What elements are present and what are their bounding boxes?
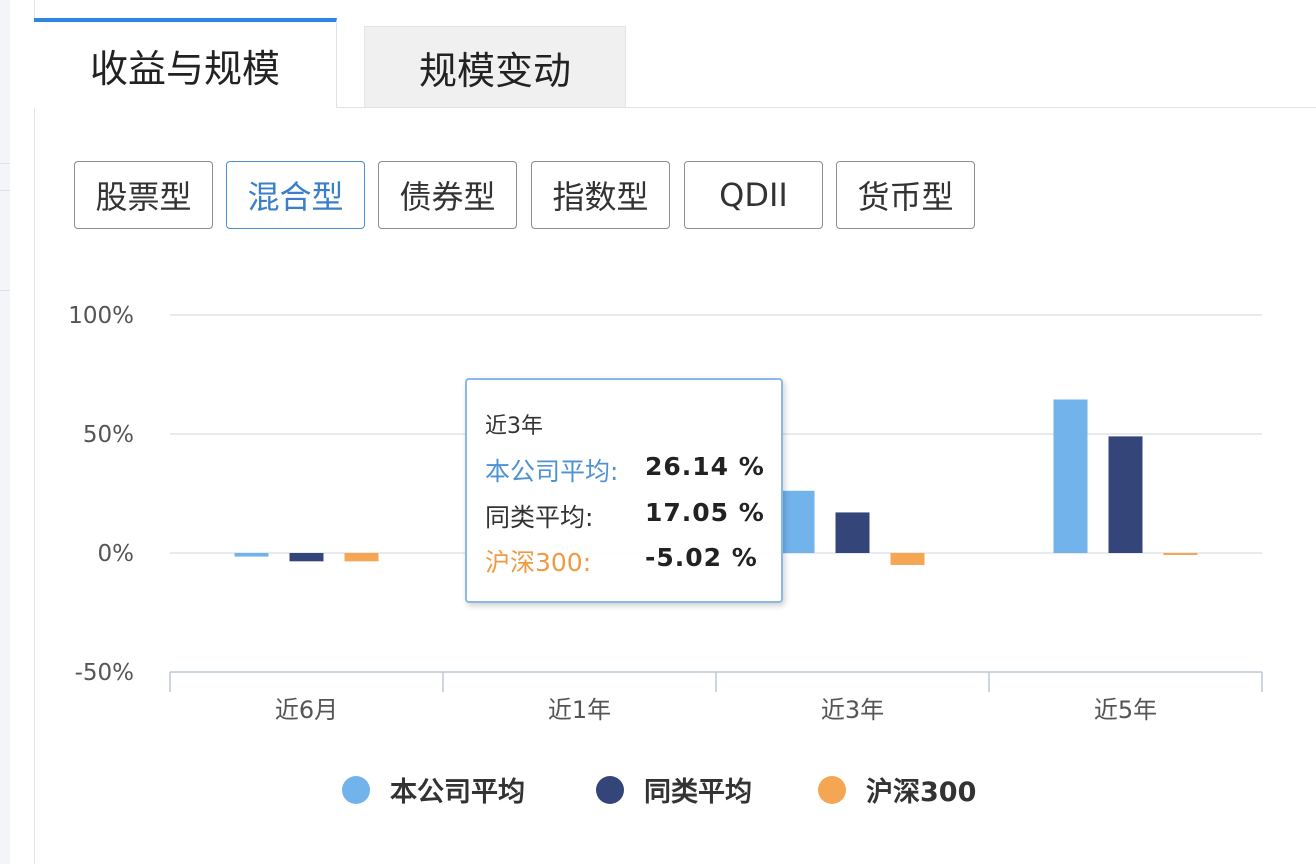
legend-label: 本公司平均: [390, 777, 525, 808]
bar: [1108, 436, 1143, 553]
tooltip-row-csi300: 沪深300: -5.02 %: [485, 543, 757, 579]
y-tick-label: 50%: [83, 422, 134, 448]
x-tick-label: 近3年: [821, 696, 884, 724]
tooltip-value: 17.05 %: [645, 498, 765, 527]
x-tick-label: 近1年: [548, 696, 611, 724]
tooltip-value: 26.14 %: [645, 452, 765, 481]
bar: [344, 553, 379, 562]
bar: [835, 512, 870, 553]
tooltip-label: 沪深300:: [485, 548, 592, 577]
tooltip-row-peer: 同类平均: 17.05 %: [485, 498, 764, 534]
bar: [289, 553, 324, 562]
x-tick-label: 近6月: [275, 696, 338, 724]
legend-item-csi300[interactable]: 沪深300: [818, 770, 976, 809]
legend-dot-icon: [342, 775, 370, 804]
x-tick-label: 近5年: [1094, 696, 1157, 724]
legend-item-peer-average[interactable]: 同类平均: [596, 770, 752, 809]
bar: [1053, 399, 1088, 553]
y-tick-label: 0%: [98, 541, 135, 567]
tooltip-title: 近3年: [485, 414, 543, 439]
chart-tooltip: 近3年 本公司平均: 26.14 % 同类平均: 17.05 % 沪深300: …: [465, 378, 783, 603]
legend-item-company-average[interactable]: 本公司平均: [342, 770, 525, 809]
legend-dot-icon: [596, 775, 624, 804]
bar: [234, 553, 269, 557]
tooltip-label: 同类平均:: [485, 503, 594, 532]
y-tick-label: 100%: [68, 303, 134, 329]
legend-dot-icon: [818, 775, 846, 804]
tooltip-row-company: 本公司平均: 26.14 %: [485, 452, 764, 488]
bar: [890, 553, 925, 565]
tooltip-value: -5.02 %: [645, 543, 758, 572]
chart-legend: 本公司平均 同类平均 沪深300: [0, 770, 1316, 810]
y-tick-label: -50%: [75, 660, 134, 686]
legend-label: 同类平均: [644, 777, 752, 808]
legend-label: 沪深300: [866, 777, 977, 808]
tooltip-label: 本公司平均:: [485, 457, 619, 486]
bar: [1163, 553, 1198, 555]
bar: [780, 490, 815, 553]
